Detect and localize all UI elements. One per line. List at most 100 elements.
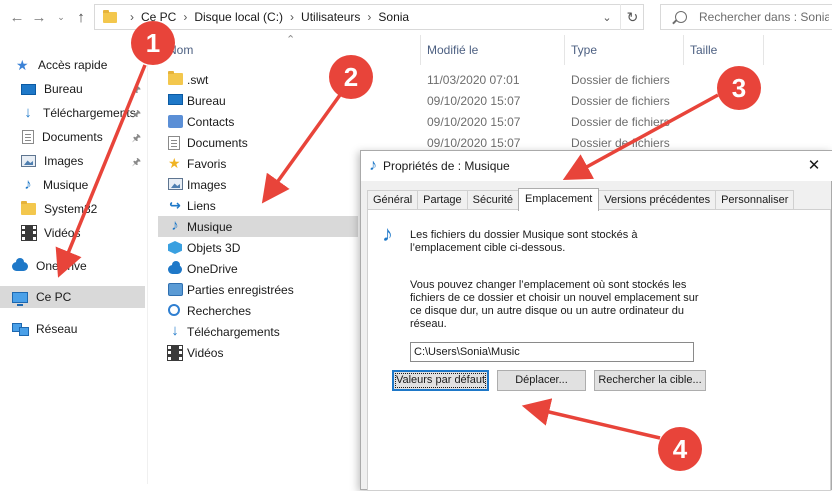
pin-icon[interactable]: 🖈 xyxy=(132,107,141,124)
nav-item-network[interactable]: Réseau xyxy=(0,318,145,340)
file-type: Dossier de fichiers xyxy=(571,114,670,129)
tab-sharing[interactable]: Partage xyxy=(417,190,468,210)
dialog-title: Propriétés de : Musique xyxy=(383,159,510,173)
location-path-input[interactable] xyxy=(410,342,694,362)
refresh-icon[interactable]: ↻ xyxy=(620,4,644,30)
file-modified: 09/10/2020 15:07 xyxy=(427,93,521,108)
file-name: .swt xyxy=(187,72,209,87)
close-icon[interactable]: ✕ xyxy=(805,157,823,175)
pin-icon[interactable]: 🖈 xyxy=(132,83,141,100)
back-arrow-icon[interactable]: ← xyxy=(6,6,28,28)
nav-item-label: Accès rapide xyxy=(38,58,108,72)
nav-item-label: OneDrive xyxy=(36,259,87,273)
breadcrumb-separator-icon[interactable]: › xyxy=(362,10,376,24)
address-bar[interactable]: › Ce PC › Disque local (C:) › Utilisateu… xyxy=(94,4,644,30)
forward-arrow-icon[interactable]: → xyxy=(28,6,50,28)
move-button[interactable]: Déplacer... xyxy=(497,370,586,391)
file-row[interactable]: Bureau 09/10/2020 15:07 Dossier de fichi… xyxy=(158,90,678,111)
nav-item-this-pc[interactable]: Ce PC xyxy=(0,286,145,308)
recent-dropdown-icon[interactable]: ⌄ xyxy=(50,6,72,28)
file-name: Parties enregistrées xyxy=(187,282,294,297)
documents-icon xyxy=(168,136,180,150)
column-header-type[interactable]: Type xyxy=(565,35,684,65)
breadcrumb-users[interactable]: Utilisateurs xyxy=(299,10,362,24)
nav-item-documents[interactable]: Documents 🖈 xyxy=(0,126,145,148)
nav-quick-access[interactable]: ★ Accès rapide xyxy=(0,54,145,76)
tab-security[interactable]: Sécurité xyxy=(466,190,520,210)
nav-item-onedrive[interactable]: OneDrive xyxy=(0,255,145,277)
button-label: Déplacer... xyxy=(515,374,568,386)
nav-item-system32[interactable]: System32 xyxy=(0,198,145,220)
searches-icon xyxy=(168,304,180,316)
restore-default-button[interactable]: Valeurs par défaut xyxy=(392,370,489,391)
nav-item-musique[interactable]: ♪ Musique xyxy=(0,174,145,196)
tab-previous-versions[interactable]: Versions précédentes xyxy=(598,190,717,210)
file-name: Recherches xyxy=(187,303,252,318)
pin-icon[interactable]: 🖈 xyxy=(132,155,141,172)
nav-item-label: Documents xyxy=(42,130,103,144)
pin-icon[interactable]: 🖈 xyxy=(132,131,141,148)
music-icon: ♪ xyxy=(24,176,32,193)
folder-icon xyxy=(168,71,183,85)
breadcrumb-this-pc[interactable]: Ce PC xyxy=(139,10,178,24)
file-name: Vidéos xyxy=(187,345,224,360)
search-box[interactable] xyxy=(660,4,832,30)
file-type: Dossier de fichiers xyxy=(571,72,670,87)
onedrive-icon xyxy=(12,257,28,271)
downloads-icon: ↓ xyxy=(24,104,32,121)
column-header-modified[interactable]: Modifié le xyxy=(421,35,565,65)
favorites-icon: ★ xyxy=(168,155,181,171)
file-name: OneDrive xyxy=(187,261,238,276)
breadcrumb-local-disk[interactable]: Disque local (C:) xyxy=(192,10,285,24)
pictures-icon xyxy=(168,178,183,190)
pictures-icon xyxy=(21,155,36,167)
file-modified: 09/10/2020 15:07 xyxy=(427,135,521,150)
breadcrumb-separator-icon[interactable]: › xyxy=(125,10,139,24)
find-target-button[interactable]: Rechercher la cible... xyxy=(594,370,706,391)
breadcrumb-sonia[interactable]: Sonia xyxy=(376,10,411,24)
folder-icon xyxy=(103,9,117,23)
file-row-selected[interactable]: ♪ Musique xyxy=(158,216,358,237)
nav-item-images[interactable]: Images 🖈 xyxy=(0,150,145,172)
file-name: Téléchargements xyxy=(187,324,280,339)
dialog-tabs: Général Partage Sécurité Emplacement Ver… xyxy=(367,188,795,211)
address-dropdown-icon[interactable]: ⌄ xyxy=(594,4,620,30)
button-label: Rechercher la cible... xyxy=(598,374,702,386)
nav-item-label: Images xyxy=(44,154,84,168)
step-badge-3: 3 xyxy=(717,66,761,110)
desktop-icon xyxy=(21,83,36,95)
breadcrumb-separator-icon[interactable]: › xyxy=(285,10,299,24)
explorer-toolbar: ← → ⌄ ↑ › Ce PC › Disque local (C:) › Ut… xyxy=(0,0,832,34)
file-row[interactable]: Contacts 09/10/2020 15:07 Dossier de fic… xyxy=(158,111,678,132)
search-input[interactable] xyxy=(699,10,829,24)
nav-item-label: Musique xyxy=(43,178,89,192)
file-modified: 11/03/2020 07:01 xyxy=(427,72,520,87)
tab-location[interactable]: Emplacement xyxy=(518,188,600,211)
3d-objects-icon xyxy=(168,241,182,254)
links-icon: ↪ xyxy=(169,197,181,213)
downloads-icon: ↓ xyxy=(171,322,179,339)
column-header-name[interactable]: Nom xyxy=(162,35,421,65)
computer-icon xyxy=(12,291,28,306)
network-icon xyxy=(12,323,29,336)
file-name: Favoris xyxy=(187,156,227,171)
file-row[interactable]: .swt 11/03/2020 07:01 Dossier de fichier… xyxy=(158,69,678,90)
nav-item-label: Téléchargements xyxy=(43,106,136,120)
nav-item-bureau[interactable]: Bureau 🖈 xyxy=(0,78,145,100)
focus-rectangle xyxy=(395,373,486,388)
contacts-icon xyxy=(168,115,183,128)
up-arrow-icon[interactable]: ↑ xyxy=(70,6,92,28)
nav-item-videos[interactable]: Vidéos xyxy=(0,222,145,244)
file-type: Dossier de fichiers xyxy=(571,93,670,108)
onedrive-icon xyxy=(168,261,182,274)
step-badge-number: 3 xyxy=(732,73,746,103)
search-icon xyxy=(675,11,687,23)
tab-customize[interactable]: Personnaliser xyxy=(715,190,795,210)
column-header-size[interactable]: Taille xyxy=(684,35,764,65)
tab-general[interactable]: Général xyxy=(367,190,419,210)
breadcrumb-separator-icon[interactable]: › xyxy=(178,10,192,24)
videos-icon xyxy=(167,345,183,361)
nav-item-telechargements[interactable]: ↓ Téléchargements 🖈 xyxy=(0,102,145,124)
dialog-title-bar[interactable]: ♪ Propriétés de : Musique ✕ xyxy=(361,151,832,181)
nav-item-label: Vidéos xyxy=(44,226,81,240)
